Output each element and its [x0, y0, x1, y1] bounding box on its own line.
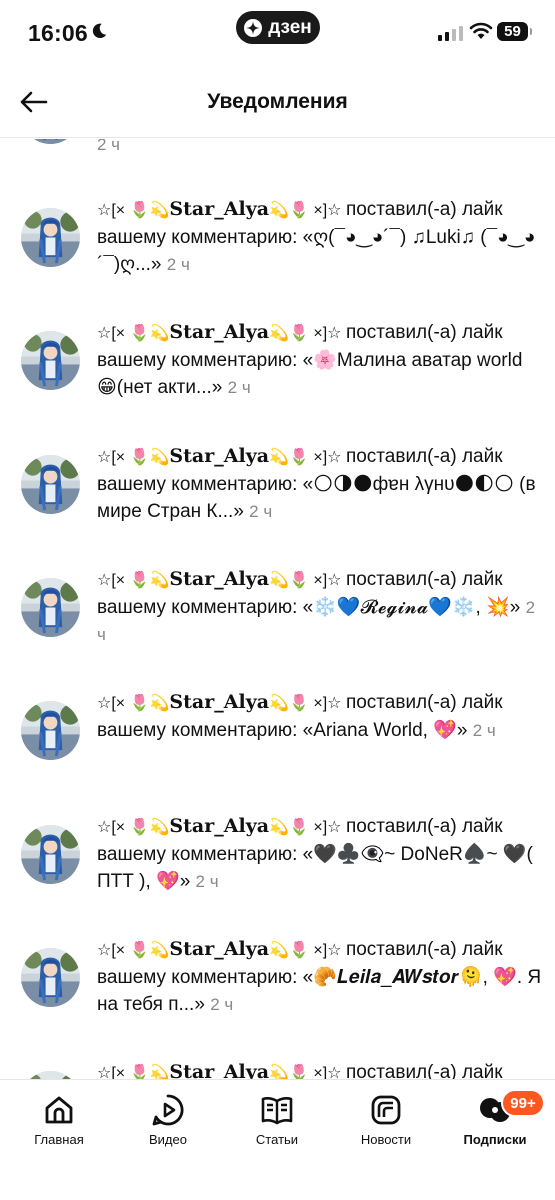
username-decoration-right: 💫🌷 ×]☆: [269, 448, 346, 466]
notifications-feed[interactable]: 2 ч ☆[× 🌷💫Star_Alya💫🌷 ×]☆ поставил(-а) л…: [0, 139, 555, 1079]
notification-text: ☆[× 🌷💫Star_Alya💫🌷 ×]☆ поставил(-а) лайк …: [97, 319, 542, 401]
username-decoration-right: 💫🌷 ×]☆: [269, 941, 346, 959]
notification-item[interactable]: ☆[× 🌷💫Star_Alya💫🌷 ×]☆ поставил(-а) лайк …: [0, 443, 555, 566]
nav-home[interactable]: Главная: [9, 1092, 109, 1147]
articles-icon: [259, 1092, 295, 1128]
notification-time: 2 ч: [249, 501, 273, 521]
notification-time: 2 ч: [210, 994, 234, 1014]
notification-time: 2 ч: [97, 139, 121, 154]
page-header: Уведомления: [0, 66, 555, 138]
news-icon: [368, 1092, 404, 1128]
username-link[interactable]: Star_Alya: [169, 1061, 269, 1079]
nav-label: Видео: [149, 1132, 187, 1147]
status-time: 16:06: [28, 20, 88, 46]
notification-item[interactable]: ☆[× 🌷💫Star_Alya💫🌷 ×]☆ поставил(-а) лайк …: [0, 936, 555, 1059]
username-decoration-right: 💫🌷 ×]☆: [269, 202, 346, 219]
nav-label: Главная: [34, 1132, 84, 1147]
notification-text: ☆[× 🌷💫Star_Alya💫🌷 ×]☆ поставил(-а) лайк …: [97, 566, 542, 648]
video-icon: [150, 1092, 186, 1128]
avatar[interactable]: [21, 455, 80, 514]
notification-text: ☆[× 🌷💫Star_Alya💫🌷 ×]☆ поставил(-а) лайк …: [97, 1059, 542, 1079]
avatar[interactable]: [21, 139, 80, 144]
avatar[interactable]: [21, 578, 80, 637]
notification-time: 2 ч: [227, 378, 251, 398]
notification-time: 2 ч: [195, 871, 219, 891]
avatar[interactable]: [21, 948, 80, 1007]
notification-text: ☆[× 🌷💫Star_Alya💫🌷 ×]☆ поставил(-а) лайк …: [97, 689, 542, 744]
username-link[interactable]: Star_Alya: [169, 321, 269, 343]
username-link[interactable]: Star_Alya: [169, 815, 269, 837]
username-decoration-left: ☆[× 🌷💫: [97, 202, 170, 219]
nav-news[interactable]: Новости: [336, 1092, 436, 1147]
nav-articles[interactable]: Статьи: [227, 1092, 327, 1147]
signal-icon: [438, 25, 463, 41]
username-decoration-left: ☆[× 🌷💫: [97, 448, 170, 466]
username-decoration-left: ☆[× 🌷💫: [97, 1065, 170, 1079]
notification-item[interactable]: ☆[× 🌷💫Star_Alya💫🌷 ×]☆ поставил(-а) лайк …: [0, 813, 555, 936]
username-decoration-right: 💫🌷 ×]☆: [269, 325, 346, 343]
battery-level: 59: [504, 23, 521, 40]
avatar[interactable]: [21, 701, 80, 760]
username-decoration-left: ☆[× 🌷💫: [97, 941, 170, 959]
username-link[interactable]: Star_Alya: [169, 938, 269, 960]
moon-icon: [92, 23, 107, 39]
notification-item[interactable]: ☆[× 🌷💫Star_Alya💫🌷 ×]☆ поставил(-а) лайк …: [0, 319, 555, 442]
notification-item[interactable]: ☆[× 🌷💫Star_Alya💫🌷 ×]☆ поставил(-а) лайк …: [0, 1059, 555, 1079]
notification-text: ☆[× 🌷💫Star_Alya💫🌷 ×]☆ поставил(-а) лайк …: [97, 443, 542, 525]
nav-video[interactable]: Видео: [118, 1092, 218, 1147]
notification-count-badge: 99+: [501, 1089, 545, 1117]
username-decoration-left: ☆[× 🌷💫: [97, 818, 170, 836]
notification-item[interactable]: ☆[× 🌷💫Star_Alya💫🌷 ×]☆ поставил(-а) лайк …: [0, 689, 555, 812]
notification-item-partial[interactable]: 2 ч: [0, 139, 555, 159]
dzen-label: дзен: [268, 16, 312, 38]
nav-label: Статьи: [255, 1132, 299, 1147]
page-title: Уведомления: [207, 90, 348, 113]
username-decoration-right: 💫🌷 ×]☆: [269, 571, 346, 589]
battery-indicator: 59: [497, 22, 532, 41]
notification-item[interactable]: ☆[× 🌷💫Star_Alya💫🌷 ×]☆ поставил(-а) лайк …: [0, 566, 555, 689]
username-decoration-left: ☆[× 🌷💫: [97, 695, 170, 713]
username-decoration-left: ☆[× 🌷💫: [97, 571, 170, 589]
avatar[interactable]: [21, 825, 80, 884]
username-link[interactable]: Star_Alya: [169, 691, 269, 713]
username-decoration-left: ☆[× 🌷💫: [97, 325, 170, 343]
dzen-logo-icon: [244, 18, 263, 37]
avatar[interactable]: [21, 208, 80, 267]
avatar[interactable]: [21, 331, 80, 390]
notification-time: 2 ч: [166, 255, 190, 274]
nav-subscriptions[interactable]: Подписки 99+: [445, 1089, 545, 1147]
username-link[interactable]: Star_Alya: [169, 445, 269, 467]
avatar[interactable]: [21, 1071, 80, 1079]
notification-text: ☆[× 🌷💫Star_Alya💫🌷 ×]☆ поставил(-а) лайк …: [97, 936, 542, 1018]
username-decoration-right: 💫🌷 ×]☆: [269, 818, 346, 836]
nav-label: Новости: [360, 1132, 412, 1147]
comment-excerpt: «Ariana World, 💖»: [302, 720, 468, 742]
home-icon: [41, 1092, 77, 1128]
notification-time: 2 ч: [472, 721, 496, 741]
nav-label: Подписки: [463, 1132, 527, 1147]
notification-text: ☆[× 🌷💫Star_Alya💫🌷 ×]☆ поставил(-а) лайк …: [97, 813, 542, 895]
username-decoration-right: 💫🌷 ×]☆: [269, 1065, 346, 1079]
dzen-pill[interactable]: дзен: [236, 11, 320, 44]
comment-excerpt: «❄️💙𝓡𝓮𝓰𝓲𝓷𝓪💙❄️, 💥»: [302, 596, 521, 618]
notification-item[interactable]: ☆[× 🌷💫Star_Alya💫🌷 ×]☆ поставил(-а) лайк …: [0, 196, 555, 319]
bottom-navigation: Главная Видео Статьи Новости Подписки 99…: [0, 1079, 555, 1200]
username-link[interactable]: Star_Alya: [169, 198, 269, 220]
wifi-icon: [469, 22, 493, 39]
notification-text: ☆[× 🌷💫Star_Alya💫🌷 ×]☆ поставил(-а) лайк …: [97, 196, 542, 278]
username-link[interactable]: Star_Alya: [169, 568, 269, 590]
username-decoration-right: 💫🌷 ×]☆: [269, 695, 346, 713]
status-bar: 16:06 дзен 59: [0, 0, 555, 66]
